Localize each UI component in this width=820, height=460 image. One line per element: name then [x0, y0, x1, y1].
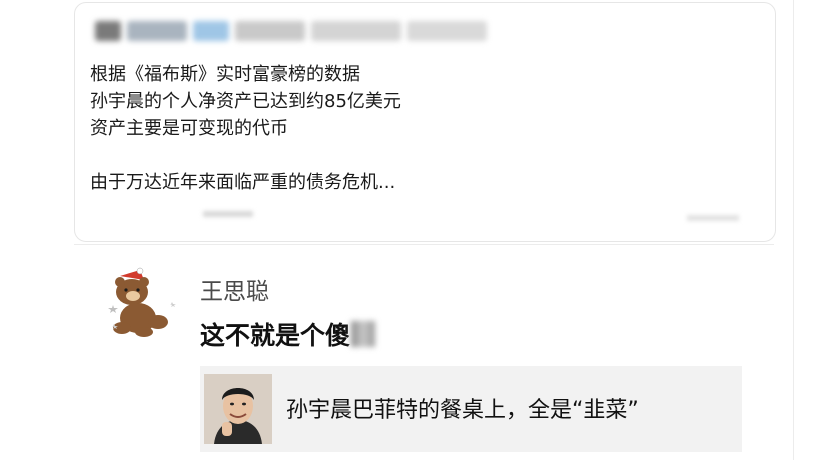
screenshot-page: 根据《福布斯》实时富豪榜的数据 孙宇晨的个人净资产已达到约85亿美元 资产主要是…: [0, 0, 820, 460]
post-line: 根据《福布斯》实时富豪榜的数据: [90, 64, 360, 85]
blurred-post-action: [687, 215, 739, 221]
comment-item: 王思聪 这不就是个傻 孙宇晨巴菲特的餐桌上，全是“韭菜”: [100, 262, 760, 460]
bear-sticker-avatar[interactable]: [100, 266, 184, 344]
person-photo-icon: [204, 374, 272, 444]
divider: [74, 244, 774, 245]
comment-text: 这不就是个傻: [200, 316, 376, 352]
blurred-badge: [193, 21, 229, 41]
blurred-avatar: [95, 21, 121, 41]
comment-text-visible: 这不就是个傻: [200, 321, 351, 350]
censored-character: [351, 321, 376, 347]
blurred-meta: [311, 21, 401, 41]
blurred-meta: [235, 21, 305, 41]
post-line: 孙宇晨的个人净资产已达到约85亿美元: [90, 91, 401, 112]
post-line: 由于万达近年来面临严重的债务危机...: [90, 172, 396, 193]
quoted-card[interactable]: 孙宇晨巴菲特的餐桌上，全是“韭菜”: [200, 366, 742, 452]
comment-author-name[interactable]: 王思聪: [200, 272, 269, 306]
divider: [793, 0, 794, 460]
blurred-username: [127, 21, 187, 41]
blurred-meta: [407, 21, 487, 41]
post-card[interactable]: 根据《福布斯》实时富豪榜的数据 孙宇晨的个人净资产已达到约85亿美元 资产主要是…: [74, 2, 776, 242]
blurred-author-header: [95, 19, 487, 43]
post-line: 资产主要是可变现的代币: [90, 118, 288, 139]
post-spacer: [90, 142, 401, 169]
bear-icon: [108, 267, 176, 337]
blurred-post-meta: [203, 211, 253, 217]
quoted-card-title: 孙宇晨巴菲特的餐桌上，全是“韭菜”: [286, 398, 639, 423]
post-body: 根据《福布斯》实时富豪榜的数据 孙宇晨的个人净资产已达到约85亿美元 资产主要是…: [90, 61, 401, 196]
quoted-person-photo: [204, 374, 272, 444]
